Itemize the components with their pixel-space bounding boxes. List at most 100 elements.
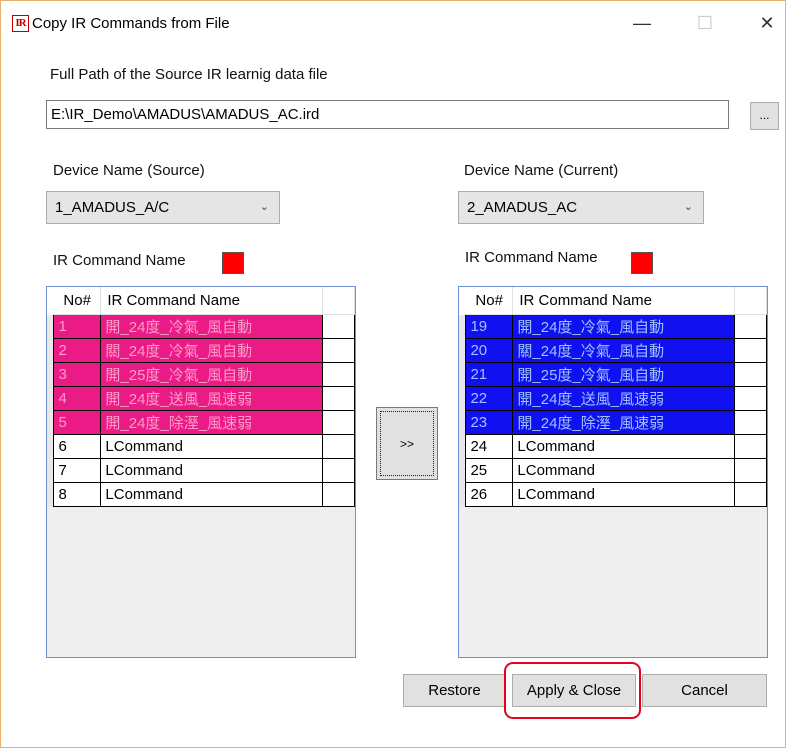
row-header-cell	[47, 338, 55, 363]
row-number-cell[interactable]: 5	[53, 410, 102, 435]
row-number-cell[interactable]: 2	[53, 338, 102, 363]
row-number-cell[interactable]: 1	[53, 314, 102, 339]
maximize-button[interactable]: ☐	[690, 11, 720, 35]
col-header-no[interactable]: No#	[53, 287, 102, 315]
row-command-name-cell[interactable]: 開_24度_除溼_風速弱	[100, 410, 324, 435]
row-blank-cell[interactable]	[322, 410, 355, 435]
col-header-no[interactable]: No#	[465, 287, 514, 315]
current-device-select[interactable]: 2_AMADUS_AC ⌄	[458, 191, 704, 224]
row-number-cell[interactable]: 25	[465, 458, 514, 483]
source-command-label: IR Command Name	[53, 252, 186, 269]
row-command-name-cell[interactable]: 開_25度_冷氣_風自動	[512, 362, 736, 387]
table-row[interactable]: 6 LCommand	[47, 434, 355, 459]
row-command-name-cell[interactable]: LCommand	[512, 482, 736, 507]
row-number-cell[interactable]: 6	[53, 434, 102, 459]
close-button[interactable]: ✕	[752, 11, 782, 35]
row-blank-cell[interactable]	[322, 458, 355, 483]
row-command-name-cell[interactable]: LCommand	[100, 434, 324, 459]
row-number-cell[interactable]: 22	[465, 386, 514, 411]
row-number-cell[interactable]: 26	[465, 482, 514, 507]
row-number-cell[interactable]: 4	[53, 386, 102, 411]
row-number-cell[interactable]: 20	[465, 338, 514, 363]
row-command-name-cell[interactable]: 關_24度_冷氣_風自動	[100, 338, 324, 363]
row-blank-cell[interactable]	[734, 410, 767, 435]
table-row[interactable]: 2 關_24度_冷氣_風自動	[47, 338, 355, 363]
row-number-cell[interactable]: 19	[465, 314, 514, 339]
col-header-command-name[interactable]: IR Command Name	[100, 287, 324, 315]
current-color-swatch[interactable]	[631, 252, 653, 274]
row-number-cell[interactable]: 3	[53, 362, 102, 387]
row-number-cell[interactable]: 21	[465, 362, 514, 387]
current-header-row: No# IR Command Name	[459, 287, 767, 315]
table-row[interactable]: 23 開_24度_除溼_風速弱	[459, 410, 767, 435]
row-blank-cell[interactable]	[322, 434, 355, 459]
row-blank-cell[interactable]	[322, 386, 355, 411]
row-command-name-cell[interactable]: 開_24度_冷氣_風自動	[512, 314, 736, 339]
row-command-name-cell[interactable]: 開_25度_冷氣_風自動	[100, 362, 324, 387]
apply-close-highlight-outline	[504, 662, 641, 719]
table-row[interactable]: 24 LCommand	[459, 434, 767, 459]
table-row[interactable]: 5 開_24度_除溼_風速弱	[47, 410, 355, 435]
restore-button[interactable]: Restore	[403, 674, 506, 707]
row-blank-cell[interactable]	[734, 482, 767, 507]
row-header-corner	[459, 287, 466, 315]
browse-file-button[interactable]: ...	[750, 102, 779, 130]
chevron-down-icon: ⌄	[259, 201, 269, 213]
window-title: Copy IR Commands from File	[32, 15, 230, 32]
source-color-swatch[interactable]	[222, 252, 244, 274]
table-row[interactable]: 3 開_25度_冷氣_風自動	[47, 362, 355, 387]
row-blank-cell[interactable]	[322, 482, 355, 507]
row-blank-cell[interactable]	[734, 338, 767, 363]
table-row[interactable]: 4 開_24度_送風_風速弱	[47, 386, 355, 411]
row-header-cell	[47, 458, 55, 483]
table-row[interactable]: 8 LCommand	[47, 482, 355, 507]
row-header-cell	[47, 434, 55, 459]
row-command-name-cell[interactable]: LCommand	[100, 482, 324, 507]
row-blank-cell[interactable]	[734, 362, 767, 387]
current-command-grid[interactable]: No# IR Command Name 19 開_24度_冷氣_風自動 20 關_24…	[458, 286, 768, 658]
source-command-grid[interactable]: No# IR Command Name 1 開_24度_冷氣_風自動 2 關_24度_…	[46, 286, 356, 658]
table-row[interactable]: 19 開_24度_冷氣_風自動	[459, 314, 767, 339]
current-device-value: 2_AMADUS_AC	[467, 199, 578, 216]
row-blank-cell[interactable]	[734, 434, 767, 459]
table-row[interactable]: 1 開_24度_冷氣_風自動	[47, 314, 355, 339]
row-blank-cell[interactable]	[734, 458, 767, 483]
row-header-cell	[459, 410, 467, 435]
table-row[interactable]: 26 LCommand	[459, 482, 767, 507]
source-command-table: No# IR Command Name 1 開_24度_冷氣_風自動 2 關_24度_…	[47, 287, 355, 507]
source-file-path-input[interactable]: E:\IR_Demo\AMADUS\AMADUS_AC.ird	[46, 100, 729, 129]
row-blank-cell[interactable]	[322, 314, 355, 339]
row-number-cell[interactable]: 7	[53, 458, 102, 483]
row-header-corner	[47, 287, 54, 315]
table-row[interactable]: 25 LCommand	[459, 458, 767, 483]
row-command-name-cell[interactable]: LCommand	[100, 458, 324, 483]
row-number-cell[interactable]: 23	[465, 410, 514, 435]
cancel-button[interactable]: Cancel	[642, 674, 767, 707]
row-blank-cell[interactable]	[322, 362, 355, 387]
row-header-cell	[459, 458, 467, 483]
copy-selected-label: >>	[380, 411, 434, 476]
row-blank-cell[interactable]	[734, 314, 767, 339]
row-command-name-cell[interactable]: 開_24度_冷氣_風自動	[100, 314, 324, 339]
row-command-name-cell[interactable]: 開_24度_送風_風速弱	[512, 386, 736, 411]
row-command-name-cell[interactable]: 開_24度_送風_風速弱	[100, 386, 324, 411]
row-blank-cell[interactable]	[734, 386, 767, 411]
row-header-cell	[459, 338, 467, 363]
row-header-cell	[459, 434, 467, 459]
row-number-cell[interactable]: 8	[53, 482, 102, 507]
table-row[interactable]: 22 開_24度_送風_風速弱	[459, 386, 767, 411]
table-row[interactable]: 7 LCommand	[47, 458, 355, 483]
row-number-cell[interactable]: 24	[465, 434, 514, 459]
table-row[interactable]: 20 關_24度_冷氣_風自動	[459, 338, 767, 363]
row-blank-cell[interactable]	[322, 338, 355, 363]
minimize-button[interactable]: —	[627, 11, 657, 35]
row-header-cell	[459, 314, 467, 339]
row-command-name-cell[interactable]: LCommand	[512, 458, 736, 483]
col-header-command-name[interactable]: IR Command Name	[512, 287, 736, 315]
row-command-name-cell[interactable]: 開_24度_除溼_風速弱	[512, 410, 736, 435]
copy-selected-button[interactable]: >>	[376, 407, 438, 480]
row-command-name-cell[interactable]: LCommand	[512, 434, 736, 459]
source-device-select[interactable]: 1_AMADUS_A/C ⌄	[46, 191, 280, 224]
table-row[interactable]: 21 開_25度_冷氣_風自動	[459, 362, 767, 387]
row-command-name-cell[interactable]: 關_24度_冷氣_風自動	[512, 338, 736, 363]
